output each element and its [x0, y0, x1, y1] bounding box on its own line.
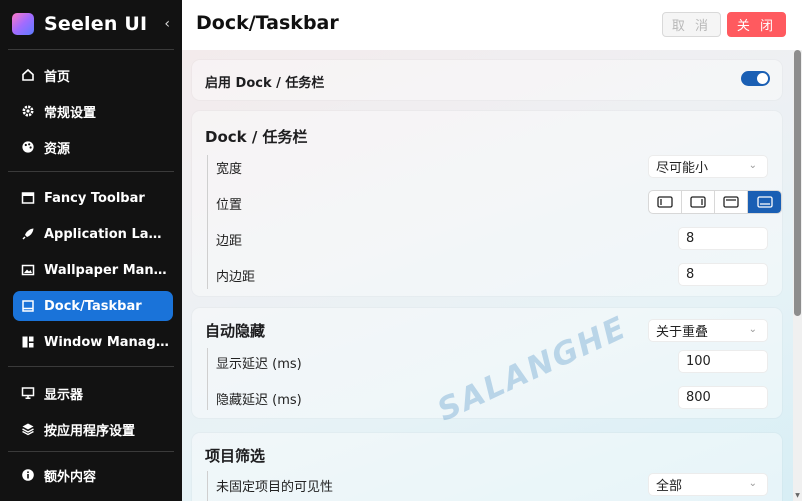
margin-label: 边距 — [216, 234, 243, 249]
padding-label: 内边距 — [216, 270, 256, 285]
dock-right-icon — [690, 196, 706, 208]
sidebar-item-wallpaper-manager[interactable]: Wallpaper Manager — [13, 255, 173, 285]
cancel-button[interactable]: 取 消 — [662, 12, 721, 37]
sidebar-item-label: Fancy Toolbar — [44, 190, 145, 206]
sidebar-header: Seelen UI ‹ — [12, 10, 172, 38]
sidebar-item-fancy-toolbar[interactable]: Fancy Toolbar — [13, 183, 173, 213]
position-left-button[interactable] — [649, 191, 682, 213]
show-delay-label: 显示延迟 (ms) — [216, 357, 302, 372]
chevron-left-icon[interactable]: ‹ — [164, 16, 170, 32]
sidebar-item-monitors[interactable]: 显示器 — [13, 378, 173, 408]
sidebar-item-label: Dock/Taskbar — [44, 298, 142, 314]
autohide-mode-value: 关于重叠 — [656, 325, 709, 340]
sidebar-item-application-launcher[interactable]: Application Launcher — [13, 219, 173, 249]
unpinned-visibility-select[interactable]: 全部 ⌄ — [648, 473, 768, 496]
dock-top-icon — [723, 196, 739, 208]
position-selector — [648, 190, 782, 214]
scroll-thumb[interactable] — [794, 50, 801, 316]
sidebar-item-extras[interactable]: 额外内容 — [13, 460, 173, 490]
home-icon — [21, 68, 35, 82]
scroll-down-icon[interactable]: ▼ — [794, 493, 801, 499]
autohide-section-card: 自动隐藏 关于重叠 ⌄ 显示延迟 (ms) 100 隐藏延迟 (ms) 800 — [192, 308, 782, 418]
app-title: Seelen UI — [44, 13, 148, 35]
app-logo — [12, 13, 34, 35]
sidebar-item-general-settings[interactable]: 常规设置 — [13, 96, 173, 126]
unpinned-visibility-label: 未固定项目的可见性 — [216, 480, 334, 495]
enable-dock-label: 启用 Dock / 任务栏 — [205, 76, 325, 91]
margin-input[interactable]: 8 — [678, 227, 768, 250]
chevron-down-icon: ⌄ — [748, 324, 757, 335]
sidebar-item-label: 资源 — [44, 141, 71, 157]
palette-icon — [21, 140, 35, 154]
chevron-down-icon: ⌄ — [748, 160, 757, 171]
enable-dock-toggle[interactable] — [741, 71, 770, 86]
position-bottom-button[interactable] — [748, 191, 781, 213]
sidebar-divider — [8, 171, 174, 172]
section-indent-line — [207, 471, 208, 501]
sidebar: Seelen UI ‹ 首页 常规设置 资源 Fancy Toolbar App… — [0, 0, 182, 501]
padding-input[interactable]: 8 — [678, 263, 768, 286]
sidebar-item-resources[interactable]: 资源 — [13, 132, 173, 162]
scrollbar[interactable]: ▼ — [793, 50, 802, 501]
close-button[interactable]: 关 闭 — [727, 12, 786, 37]
wallpaper-icon — [21, 263, 35, 277]
sidebar-item-per-app-settings[interactable]: 按应用程序设置 — [13, 414, 173, 444]
position-label: 位置 — [216, 198, 243, 213]
window-manager-icon — [21, 335, 35, 349]
dock-section-card: Dock / 任务栏 宽度 尽可能小 ⌄ 位置 边距 8 内边距 8 — [192, 111, 782, 296]
width-select-value: 尽可能小 — [656, 161, 709, 176]
dock-section-title: Dock / 任务栏 — [205, 128, 308, 146]
sidebar-item-label: 首页 — [44, 69, 71, 85]
sidebar-divider — [8, 451, 174, 452]
info-icon — [21, 468, 35, 482]
width-select[interactable]: 尽可能小 ⌄ — [648, 155, 768, 178]
toolbar-icon — [21, 191, 35, 205]
sidebar-item-label: 按应用程序设置 — [44, 423, 136, 439]
sidebar-item-label: Wallpaper Manager — [44, 262, 170, 278]
width-label: 宽度 — [216, 162, 243, 177]
dock-bottom-icon — [756, 196, 773, 208]
unpinned-visibility-value: 全部 — [656, 479, 683, 494]
position-right-button[interactable] — [682, 191, 715, 213]
chevron-down-icon: ⌄ — [748, 478, 757, 489]
sidebar-item-window-manager[interactable]: Window Manager — [13, 327, 173, 357]
section-indent-line — [207, 155, 208, 289]
header: Dock/Taskbar 取 消 关 闭 — [182, 0, 802, 50]
sidebar-item-label: 显示器 — [44, 387, 84, 403]
toggle-knob — [757, 73, 768, 84]
settings-content: 启用 Dock / 任务栏 Dock / 任务栏 宽度 尽可能小 ⌄ 位置 边距… — [182, 50, 802, 501]
position-top-button[interactable] — [715, 191, 748, 213]
hide-delay-input[interactable]: 800 — [678, 386, 768, 409]
filter-section-card: 项目筛选 未固定项目的可见性 全部 ⌄ — [192, 433, 782, 501]
enable-dock-card: 启用 Dock / 任务栏 — [192, 60, 782, 100]
sidebar-divider — [8, 366, 174, 367]
sidebar-item-label: Application Launcher — [44, 226, 170, 242]
rocket-icon — [21, 227, 35, 241]
sidebar-item-label: 常规设置 — [44, 105, 97, 121]
monitor-icon — [21, 386, 35, 400]
section-indent-line — [207, 348, 208, 410]
sidebar-divider — [8, 49, 174, 50]
autohide-section-title: 自动隐藏 — [205, 322, 266, 340]
dock-icon — [21, 299, 35, 313]
hide-delay-label: 隐藏延迟 (ms) — [216, 393, 302, 408]
filter-section-title: 项目筛选 — [205, 447, 266, 465]
sidebar-item-label: 额外内容 — [44, 469, 97, 485]
sidebar-item-home[interactable]: 首页 — [13, 60, 173, 90]
page-title: Dock/Taskbar — [196, 12, 339, 34]
show-delay-input[interactable]: 100 — [678, 350, 768, 373]
gear-icon — [21, 104, 35, 118]
autohide-mode-select[interactable]: 关于重叠 ⌄ — [648, 319, 768, 342]
dock-left-icon — [657, 196, 673, 208]
sidebar-item-label: Window Manager — [44, 334, 170, 350]
sidebar-item-dock-taskbar[interactable]: Dock/Taskbar — [13, 291, 173, 321]
layers-icon — [21, 422, 35, 436]
